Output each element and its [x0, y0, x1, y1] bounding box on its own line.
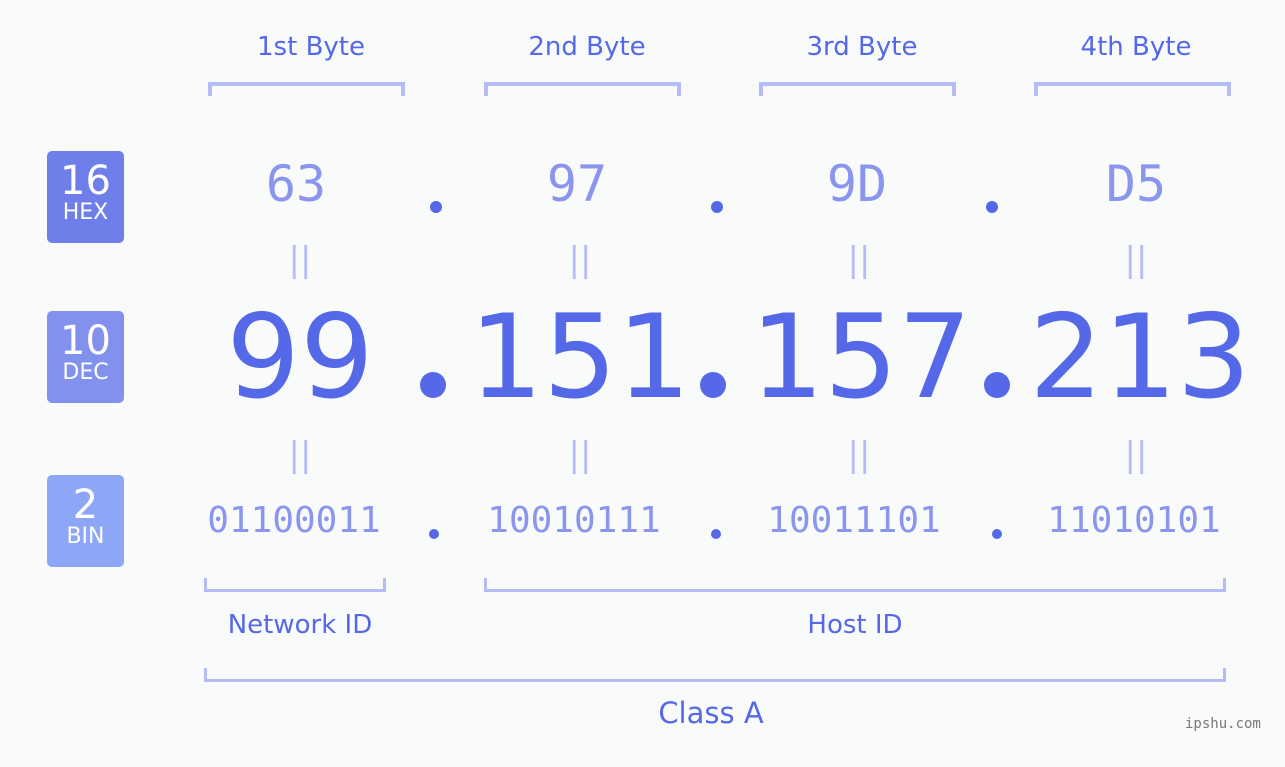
- hex-badge: 16 HEX: [47, 151, 124, 243]
- hex-dot-3: [986, 201, 998, 213]
- bin-dot-1: [429, 529, 439, 539]
- equals-hex-dec-4: ||: [1124, 240, 1148, 280]
- byte-label-4: 4th Byte: [1080, 32, 1192, 62]
- dec-label: DEC: [62, 360, 109, 385]
- byte-bracket-4: [1034, 82, 1231, 96]
- bin-byte-1: 01100011: [207, 500, 381, 541]
- bin-byte-3: 10011101: [767, 500, 941, 541]
- network-id-label: Network ID: [227, 610, 373, 640]
- class-label: Class A: [658, 696, 764, 730]
- host-id-bracket: [484, 578, 1226, 592]
- hex-byte-4: D5: [1105, 155, 1167, 213]
- bin-badge: 2 BIN: [47, 475, 124, 567]
- host-id-label: Host ID: [807, 610, 903, 640]
- bin-base: 2: [72, 482, 99, 528]
- byte-bracket-1: [208, 82, 405, 96]
- hex-byte-2: 97: [546, 155, 608, 213]
- equals-dec-bin-2: ||: [568, 435, 592, 475]
- bin-dot-3: [992, 529, 1002, 539]
- dec-byte-4: 213: [1029, 290, 1251, 425]
- hex-base: 16: [60, 158, 111, 204]
- hex-byte-1: 63: [265, 155, 327, 213]
- dec-dot-3: [984, 372, 1010, 398]
- bin-dot-2: [711, 529, 721, 539]
- byte-label-3: 3rd Byte: [806, 32, 918, 62]
- equals-hex-dec-1: ||: [288, 240, 312, 280]
- byte-bracket-2: [484, 82, 681, 96]
- byte-label-1: 1st Byte: [257, 32, 365, 62]
- byte-bracket-3: [759, 82, 956, 96]
- hex-dot-1: [430, 201, 442, 213]
- dec-dot-2: [700, 372, 726, 398]
- dec-byte-2: 151: [469, 290, 691, 425]
- dec-byte-1: 99: [226, 290, 374, 425]
- equals-dec-bin-3: ||: [847, 435, 871, 475]
- class-bracket: [204, 668, 1226, 682]
- byte-label-2: 2nd Byte: [528, 32, 646, 62]
- equals-dec-bin-4: ||: [1124, 435, 1148, 475]
- dec-badge: 10 DEC: [47, 311, 124, 403]
- bin-byte-2: 10010111: [487, 500, 661, 541]
- network-id-bracket: [204, 578, 386, 592]
- equals-hex-dec-2: ||: [568, 240, 592, 280]
- hex-dot-2: [711, 201, 723, 213]
- equals-hex-dec-3: ||: [847, 240, 871, 280]
- dec-byte-3: 157: [750, 290, 972, 425]
- dec-base: 10: [60, 318, 111, 364]
- bin-byte-4: 11010101: [1047, 500, 1221, 541]
- bin-label: BIN: [66, 524, 105, 549]
- hex-label: HEX: [62, 200, 109, 225]
- dec-dot-1: [420, 372, 446, 398]
- equals-dec-bin-1: ||: [288, 435, 312, 475]
- hex-byte-3: 9D: [826, 155, 888, 213]
- watermark: ipshu.com: [1185, 716, 1261, 732]
